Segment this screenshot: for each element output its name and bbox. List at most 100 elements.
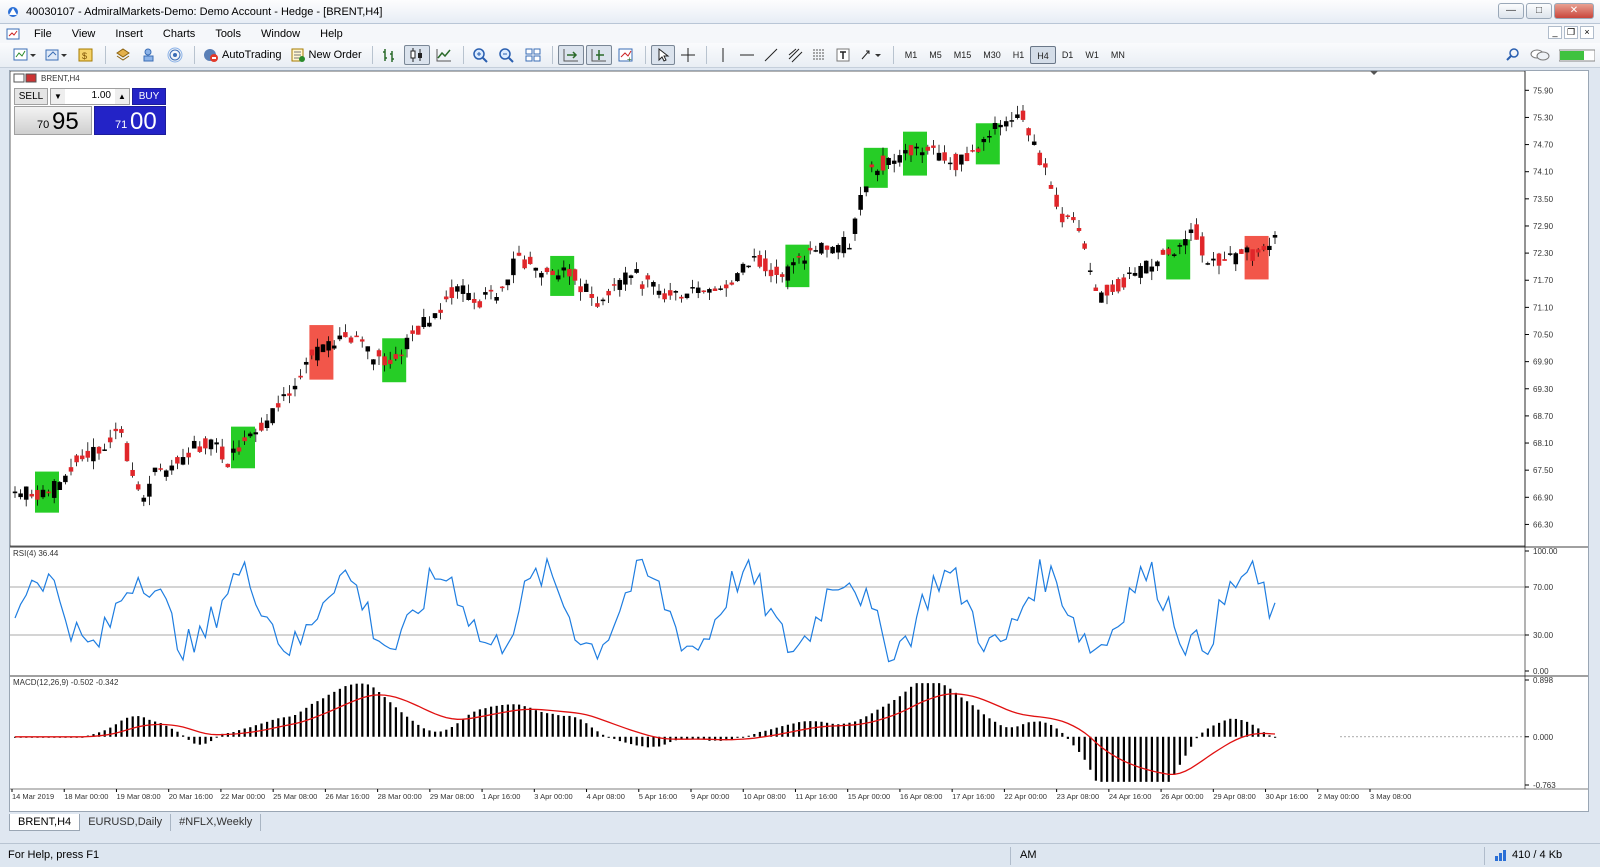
buy-price-button[interactable]: 71 00 [94, 106, 166, 135]
lot-size-value[interactable]: 1.00 [92, 90, 111, 101]
candle-body [824, 245, 830, 250]
macd-histogram-bar [893, 699, 896, 737]
lot-size-field[interactable]: ▼ 1.00 ▲ [50, 88, 130, 105]
lot-increase-button[interactable]: ▲ [115, 89, 129, 104]
navigator-button[interactable] [137, 45, 161, 65]
search-button[interactable] [1502, 45, 1524, 65]
signals-button[interactable] [163, 45, 187, 65]
timeframe-w1[interactable]: W1 [1079, 46, 1105, 64]
crosshair-tool-button[interactable] [677, 45, 699, 65]
timeframe-d1[interactable]: D1 [1056, 46, 1080, 64]
mdi-close-button[interactable]: × [1580, 26, 1594, 39]
zoom-in-button[interactable] [469, 45, 493, 65]
autotrading-button[interactable]: AutoTrading [200, 45, 285, 65]
candlestick-chart-button[interactable] [403, 45, 430, 65]
menu-charts[interactable]: Charts [153, 28, 205, 40]
chart-shift-button[interactable] [585, 45, 612, 65]
zoom-out-button[interactable] [495, 45, 519, 65]
indicators-button[interactable]: + [614, 45, 638, 65]
tile-windows-button[interactable] [521, 45, 545, 65]
macd-histogram-bar [282, 717, 285, 737]
candle-body [320, 344, 326, 353]
new-order-button[interactable]: New Order [287, 45, 365, 65]
trendline-tool-button[interactable] [760, 45, 782, 65]
mdi-minimize-button[interactable]: _ [1548, 26, 1562, 39]
candle-body [1267, 245, 1272, 251]
profiles-button[interactable] [42, 45, 72, 65]
menu-help[interactable]: Help [310, 28, 353, 40]
price-tick-label: 74.10 [1533, 168, 1554, 177]
status-divider [1010, 847, 1011, 865]
macd-histogram-bar [1027, 722, 1030, 737]
candle-body [936, 152, 942, 161]
text-tool-button[interactable] [832, 45, 854, 65]
chart-window[interactable]: BRENT,H4 75.90 75.30 74.70 74.10 73.50 72.90 72… [9, 70, 1589, 812]
fibonacci-tool-button[interactable] [808, 45, 830, 65]
sell-button[interactable]: SELL [14, 88, 48, 105]
timeframe-h1[interactable]: H1 [1007, 46, 1031, 64]
timeframe-m1[interactable]: M1 [899, 46, 924, 64]
maximize-button[interactable]: □ [1526, 3, 1552, 19]
sell-price-button[interactable]: 70 95 [14, 106, 92, 135]
macd-histogram-bar [473, 711, 476, 737]
timeframe-mn[interactable]: MN [1105, 46, 1131, 64]
cursor-tool-button[interactable] [650, 45, 675, 65]
minimize-button[interactable]: — [1498, 3, 1524, 19]
auto-scroll-button[interactable] [557, 45, 584, 65]
timeframe-m15[interactable]: M15 [948, 46, 978, 64]
data-window-button[interactable] [111, 45, 135, 65]
macd-histogram-bar [1240, 720, 1243, 737]
candle-body [102, 449, 107, 451]
tab-brent-h4[interactable]: BRENT,H4 [9, 814, 81, 831]
market-watch-button[interactable]: $ [74, 45, 98, 65]
menu-insert[interactable]: Insert [105, 28, 153, 40]
menu-view[interactable]: View [62, 28, 106, 40]
line-chart-button[interactable] [432, 45, 456, 65]
tab-eurusd-daily[interactable]: EURUSD,Daily [80, 814, 172, 831]
macd-histogram-bar [1089, 736, 1092, 770]
candle-body [611, 284, 617, 286]
candle-body [1115, 279, 1121, 292]
candle-body [1121, 277, 1127, 288]
equidistant-channel-tool-button[interactable] [784, 45, 806, 65]
menu-window[interactable]: Window [251, 28, 310, 40]
bar-chart-button[interactable] [378, 45, 402, 65]
traffic-text: 410 / 4 Kb [1512, 849, 1563, 861]
close-button[interactable]: ✕ [1554, 3, 1594, 19]
buy-button[interactable]: BUY [132, 88, 166, 105]
macd-histogram-bar [613, 736, 616, 739]
macd-histogram-bar [434, 731, 437, 737]
candle-body [1205, 263, 1211, 265]
candle-body [483, 292, 488, 295]
macd-histogram-bar [490, 706, 493, 737]
crosshair-icon [680, 48, 695, 62]
arrows-tool-button[interactable] [856, 45, 886, 65]
macd-histogram-bar [1022, 724, 1025, 737]
horizontal-line-tool-button[interactable] [736, 45, 758, 65]
chat-button[interactable] [1526, 45, 1554, 65]
macd-histogram-bar [193, 736, 196, 744]
menu-file[interactable]: File [24, 28, 62, 40]
vertical-line-tool-button[interactable] [712, 45, 734, 65]
candle-body [1082, 243, 1087, 249]
candle-body [23, 486, 29, 500]
candle-body [326, 341, 331, 351]
macd-histogram-bar [943, 685, 946, 737]
candle-body [735, 273, 740, 282]
connection-traffic[interactable]: 410 / 4 Kb [1494, 849, 1562, 861]
candle-body [35, 490, 40, 500]
mdi-restore-button[interactable]: ❐ [1564, 26, 1578, 39]
timeframe-h4[interactable]: H4 [1030, 46, 1056, 64]
new-chart-button[interactable] [10, 45, 40, 65]
macd-histogram-bar [1066, 736, 1069, 739]
chart-canvas[interactable]: BRENT,H4 75.90 75.30 74.70 74.10 73.50 72.90 72… [10, 71, 1588, 811]
lot-decrease-button[interactable]: ▼ [51, 89, 65, 104]
candle-body [348, 337, 354, 343]
tab-nflx-weekly[interactable]: #NFLX,Weekly [171, 814, 262, 831]
time-tick-label: 1 Apr 16:00 [482, 792, 520, 801]
timeframe-m5[interactable]: M5 [923, 46, 948, 64]
timeframe-m30[interactable]: M30 [977, 46, 1007, 64]
candle-body [147, 483, 152, 497]
menu-tools[interactable]: Tools [205, 28, 251, 40]
macd-histogram-bar [378, 692, 381, 737]
